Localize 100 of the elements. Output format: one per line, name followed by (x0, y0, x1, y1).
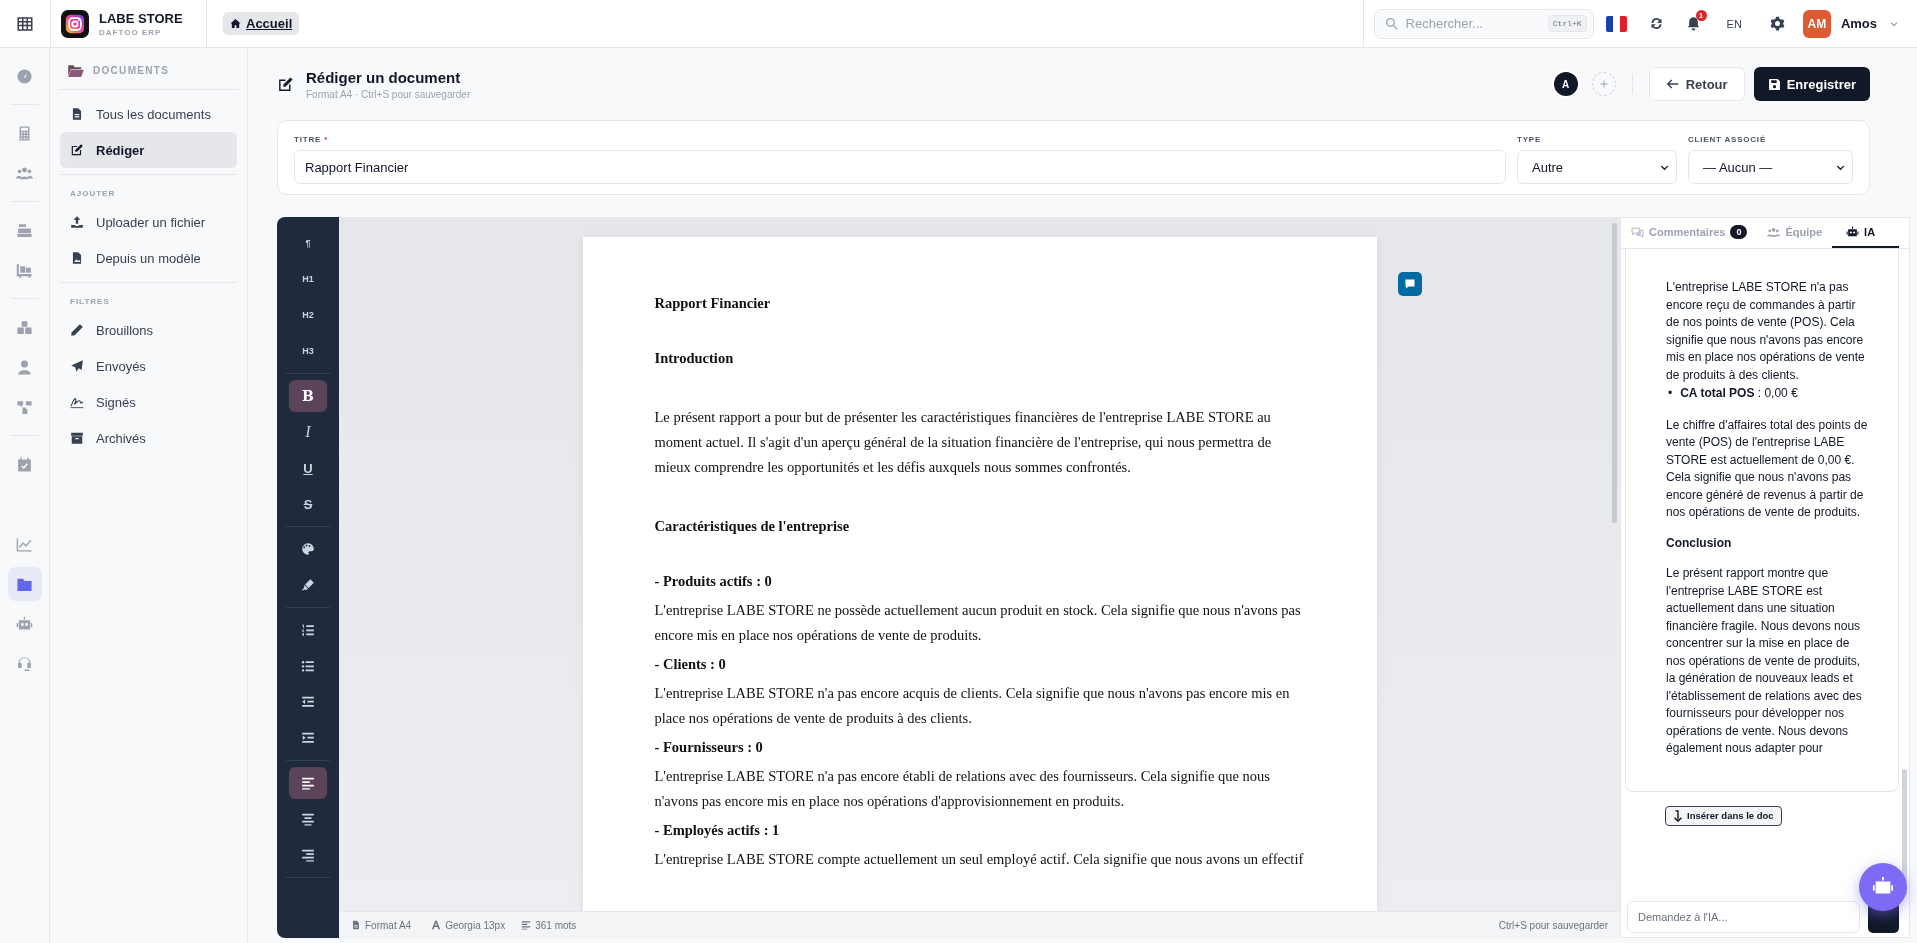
file-icon (70, 107, 84, 121)
shortcut-hint: Ctrl+K (1547, 15, 1587, 32)
edit-icon (277, 75, 294, 93)
back-button[interactable]: Retour (1648, 67, 1745, 101)
toolbar-button[interactable]: H1 (289, 263, 327, 295)
robot-icon (1846, 225, 1860, 239)
ordered-list-icon (301, 623, 315, 637)
archive-icon (70, 431, 84, 445)
title-field[interactable]: Rapport Financier (294, 150, 1506, 184)
save-button[interactable]: Enregistrer (1753, 67, 1870, 101)
insert-button[interactable]: Insérer dans le doc (1665, 805, 1782, 826)
flag-icon[interactable] (1605, 15, 1627, 32)
format-info: Format A4 (351, 919, 412, 931)
boxes-icon (16, 318, 33, 336)
page-title: Rédiger un document (306, 68, 462, 86)
toolbar-button[interactable]: U (289, 452, 327, 484)
document-paragraph: L'entreprise LABE STORE n'a pas encore acquis de clients. Cela signifie que nous n'avons pas encore mis en place nos opérations de vente de produits à des clients. (654, 684, 1291, 728)
document-item: - Employés actifs : 1 (654, 822, 781, 839)
align-left-icon (301, 776, 315, 790)
palette-icon (301, 542, 315, 556)
client-select[interactable]: — Aucun — (1688, 150, 1853, 184)
sidebar-item[interactable]: Rédiger (60, 132, 237, 168)
bell-icon (1685, 16, 1701, 31)
document-item: - Fournisseurs : 0 (654, 739, 764, 756)
home-icon (230, 18, 241, 29)
section-heading: AJOUTER (69, 188, 117, 200)
breadcrumb-link[interactable]: Accueil (223, 12, 300, 35)
font-icon (431, 920, 442, 930)
paper-plane-icon (70, 359, 84, 373)
sidebar-item[interactable]: Envoyés (60, 348, 237, 384)
pencil-icon (70, 323, 84, 337)
document-paragraph: L'entreprise LABE STORE ne possède actuellement aucun produit en stock. Cela signifie que nous n'avons pas encore mis en place nos opérations de vente de produits. (654, 601, 1302, 645)
dolly-icon (16, 261, 33, 279)
document-paragraph: L'entreprise LABE STORE compte actuellement un seul employé actif. Cela signifie que nous avons un effectif (654, 850, 1305, 869)
comment-icon (1403, 278, 1416, 290)
align-left-icon (521, 920, 532, 930)
toolbar-button[interactable]: H2 (289, 299, 327, 331)
file-icon (351, 920, 361, 930)
toolbar-button[interactable]: H3 (289, 335, 327, 367)
toolbar-button[interactable]: I (289, 416, 327, 448)
document-title: Rapport Financier (654, 295, 772, 312)
cash-register-icon (16, 221, 33, 239)
sidebar-item[interactable]: Brouillons (60, 312, 237, 348)
document-paragraph: L'entreprise LABE STORE n'a pas encore établi de relations avec des fournisseurs. Cela signifie que nous n'avons pas encore mis en place nos opérations d'approvisionnement en produits. (654, 767, 1271, 811)
comments-icon (1631, 225, 1644, 239)
save-hint: Ctrl+S pour sauvegarder (1498, 919, 1608, 931)
sidebar-item[interactable]: Depuis un modèle (60, 240, 237, 276)
response-heading: Conclusion (1666, 534, 1733, 552)
section-heading: FILTRES (69, 296, 111, 308)
user-avatar[interactable]: AM (1802, 9, 1831, 38)
settings-icon (1769, 16, 1785, 31)
align-center-icon (301, 812, 315, 826)
toolbar-button[interactable]: B (289, 380, 327, 412)
nav-rail-button[interactable] (7, 567, 42, 601)
document-item: - Produits actifs : 0 (654, 573, 773, 590)
search-field[interactable]: Rechercher... Ctrl+K (1373, 8, 1594, 39)
document-heading: Caractéristiques de l'entreprise (654, 518, 851, 535)
notification-badge: 1 (1695, 10, 1707, 21)
grid-icon (16, 14, 34, 33)
font-info: Georgia 13px (427, 919, 506, 931)
settings-button[interactable] (1769, 16, 1785, 31)
field-label: CLIENT ASSOCIÉ (1688, 135, 1768, 144)
sidebar-item[interactable]: Archivés (60, 420, 237, 456)
user-name[interactable]: Amos (1840, 16, 1877, 31)
users-icon (16, 164, 33, 182)
edit-icon (70, 143, 84, 157)
gauge-icon (16, 67, 33, 85)
scrollbar[interactable] (1612, 223, 1617, 523)
headset-icon (16, 655, 33, 673)
comment-button[interactable] (1397, 272, 1422, 296)
field-label: TYPE (1517, 135, 1543, 144)
collaborator-avatar[interactable]: A (1553, 72, 1578, 96)
type-select[interactable]: Autre (1517, 150, 1677, 184)
chat-input-field[interactable]: Demandez à l'IA... (1627, 901, 1860, 933)
highlighter-icon (301, 578, 315, 592)
upload-icon (70, 215, 84, 229)
sidebar-item[interactable]: Tous les documents (60, 96, 237, 132)
users-icon (1767, 225, 1781, 239)
document-item: - Clients : 0 (654, 656, 727, 673)
signature-icon (70, 395, 84, 409)
save-icon (1767, 77, 1781, 91)
bullet-icon: • (1668, 385, 1673, 403)
notifications-button[interactable] (1685, 16, 1701, 31)
panel-tab[interactable]: IA (1832, 218, 1900, 248)
app-name: LABE STORE (99, 10, 183, 26)
panel-tab[interactable]: Commentaires 0 (1621, 218, 1758, 248)
sidebar-item[interactable]: Uploader un fichier (60, 204, 237, 240)
sidebar-item[interactable]: Signés (60, 384, 237, 420)
toolbar-button[interactable]: S (289, 488, 327, 520)
outdent-icon (301, 695, 315, 709)
field-label: TITRE * (294, 135, 330, 144)
assistant-button[interactable] (1859, 863, 1907, 911)
document-page[interactable] (582, 237, 1377, 911)
toolbar-button[interactable] (289, 767, 327, 799)
language-button[interactable]: EN (1720, 16, 1748, 31)
count-badge: 0 (1730, 225, 1748, 239)
indent-icon (301, 731, 315, 745)
toolbar-button[interactable]: ¶ (289, 227, 327, 259)
person-icon (16, 358, 33, 376)
bullet-item: CA total POS : 0,00 € (1680, 385, 1798, 402)
